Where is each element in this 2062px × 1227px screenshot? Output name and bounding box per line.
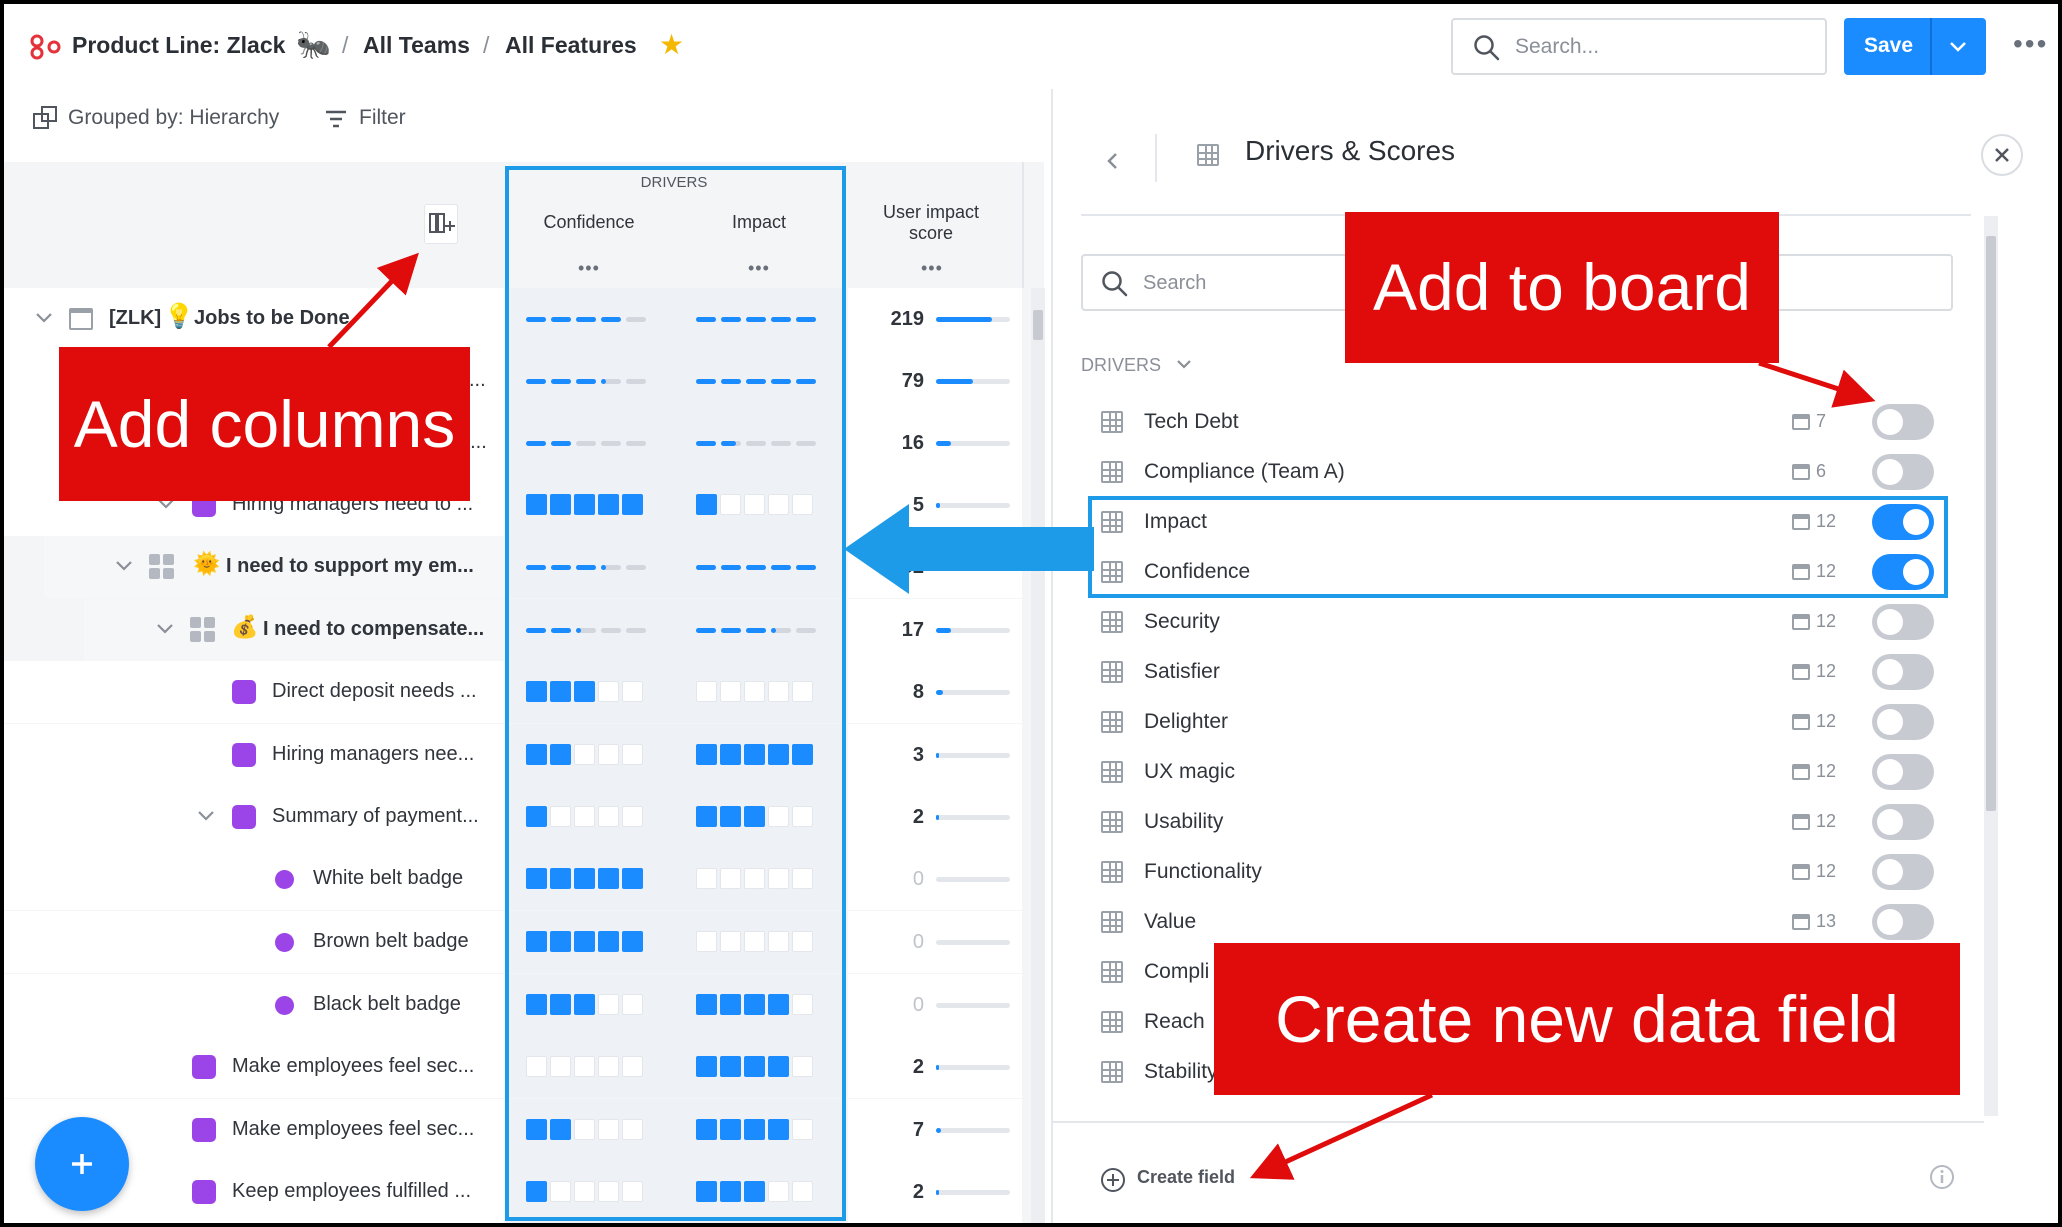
annotation-red-arrows [327, 252, 1876, 1180]
app-window: Product Line: Zlack 🐜 / All Teams / All … [0, 0, 2062, 1227]
